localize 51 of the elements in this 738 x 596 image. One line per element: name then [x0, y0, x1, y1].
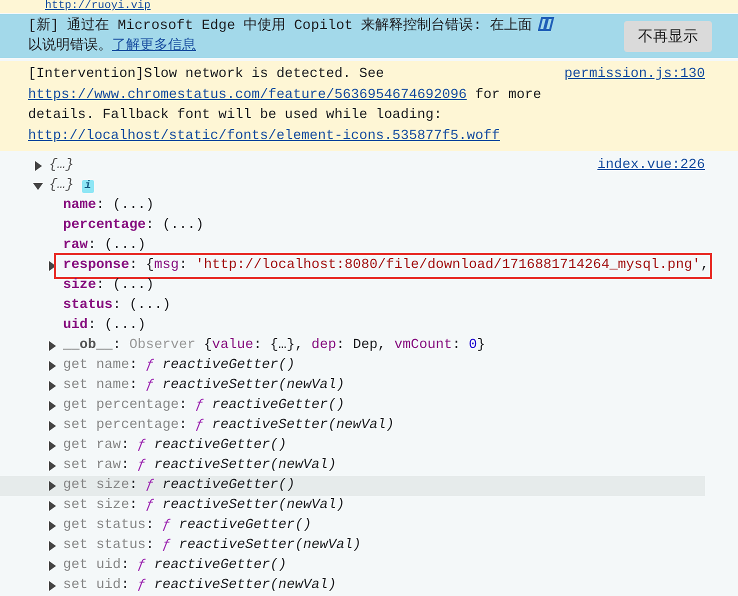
- expand-triangle-icon[interactable]: [47, 421, 57, 431]
- property-line[interactable]: set uid: ƒ reactiveSetter(newVal): [63, 576, 336, 596]
- copilot-icon: [538, 16, 556, 32]
- banner-text: [新] 通过在 Microsoft Edge 中使用 Copilot 来解释控制台错误: 在上面: [28, 18, 532, 34]
- expand-triangle-icon[interactable]: [47, 261, 57, 271]
- expand-triangle-icon[interactable]: [47, 561, 57, 571]
- expand-triangle-icon[interactable]: [47, 341, 57, 351]
- property-line[interactable]: get name: ƒ reactiveGetter(): [63, 356, 295, 376]
- property-line[interactable]: size: (...): [63, 276, 154, 296]
- expand-triangle-icon[interactable]: [47, 441, 57, 451]
- property-line[interactable]: get status: ƒ reactiveGetter(): [63, 516, 312, 536]
- property-line[interactable]: raw: (...): [63, 236, 146, 256]
- object-summary[interactable]: {…}: [49, 156, 74, 176]
- info-badge[interactable]: i: [82, 180, 94, 192]
- expand-triangle-icon[interactable]: [47, 461, 57, 471]
- property-line[interactable]: name: (...): [63, 196, 154, 216]
- property-line[interactable]: set percentage: ƒ reactiveSetter(newVal): [63, 416, 394, 436]
- property-line[interactable]: get uid: ƒ reactiveGetter(): [63, 556, 287, 576]
- expand-triangle-icon[interactable]: [47, 481, 57, 491]
- banner-text: 以说明错误。: [28, 38, 112, 54]
- learn-more-link[interactable]: 了解更多信息: [112, 38, 196, 54]
- property-line[interactable]: get raw: ƒ reactiveGetter(): [63, 436, 287, 456]
- property-line[interactable]: set size: ƒ reactiveSetter(newVal): [63, 496, 345, 516]
- collapse-triangle-icon[interactable]: [33, 181, 43, 191]
- property-line[interactable]: percentage: (...): [63, 216, 204, 236]
- property-line[interactable]: uid: (...): [63, 316, 146, 336]
- property-line[interactable]: set name: ƒ reactiveSetter(newVal): [63, 376, 345, 396]
- expand-triangle-icon[interactable]: [47, 581, 57, 591]
- expand-triangle-icon[interactable]: [47, 541, 57, 551]
- expand-triangle-icon[interactable]: [33, 161, 43, 171]
- property-line[interactable]: response: {msg: 'http://localhost:8080/file/download/1716881714264_mysql.png',: [57, 256, 709, 276]
- dont-show-again-button[interactable]: 不再显示: [624, 20, 712, 52]
- expand-triangle-icon[interactable]: [47, 381, 57, 391]
- property-line[interactable]: status: (...): [63, 296, 171, 316]
- link[interactable]: http://ruoyi.vip: [45, 0, 151, 12]
- property-line[interactable]: get percentage: ƒ reactiveGetter(): [63, 396, 345, 416]
- object-summary[interactable]: {…}: [49, 176, 74, 196]
- property-line[interactable]: __ob__: Observer {value: {…}, dep: Dep, vmCount: 0}: [63, 336, 486, 356]
- message-text: details. Fallback font will be used while loading:: [28, 108, 442, 123]
- link[interactable]: http://localhost/static/fonts/element-icons.535877f5.woff: [28, 128, 500, 144]
- source-link[interactable]: permission.js:130: [564, 65, 705, 147]
- expand-triangle-icon[interactable]: [47, 521, 57, 531]
- link[interactable]: https://www.chromestatus.com/feature/5636954674692096: [28, 88, 467, 102]
- message-text: [Intervention]Slow network is detected. See: [28, 67, 384, 82]
- expand-triangle-icon[interactable]: [47, 361, 57, 371]
- message-text: for more: [474, 88, 542, 102]
- source-link[interactable]: index.vue:226: [597, 156, 705, 176]
- property-line[interactable]: set raw: ƒ reactiveSetter(newVal): [63, 456, 336, 476]
- property-line[interactable]: set status: ƒ reactiveSetter(newVal): [63, 536, 362, 556]
- expand-triangle-icon[interactable]: [47, 401, 57, 411]
- expand-triangle-icon[interactable]: [47, 501, 57, 511]
